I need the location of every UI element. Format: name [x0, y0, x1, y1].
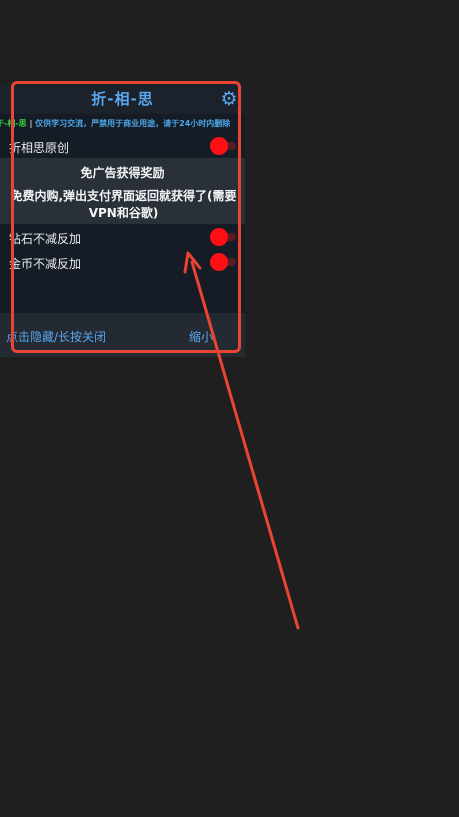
annotation-arrow-shaft — [190, 260, 300, 630]
annotation-arrow — [183, 251, 300, 630]
